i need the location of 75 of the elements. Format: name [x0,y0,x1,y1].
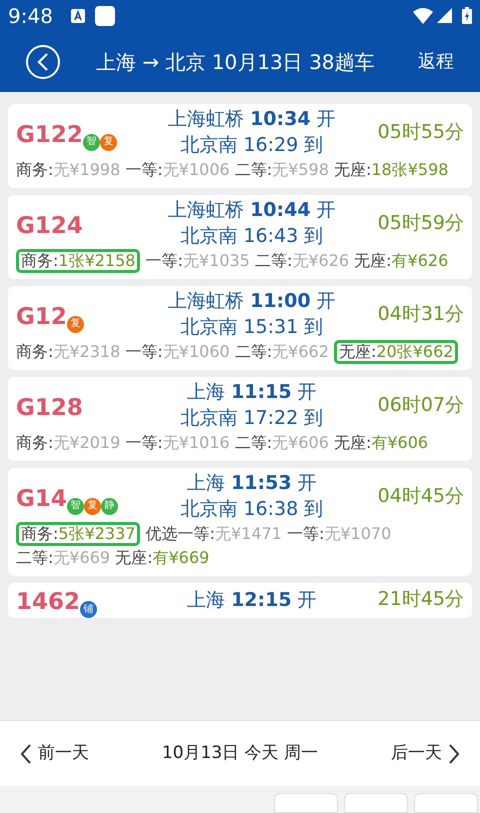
seat-availability: 商务:5张¥2337 [16,522,140,546]
page-title: 上海 → 北京 10月13日 38趟车 [96,48,375,76]
seat-availability: 一等:无¥1070 [286,523,392,545]
train-card[interactable]: G122 智 复 上海虹桥 10:34 开 北京南 16:29 到 05时55分 商务:无¥1998 一等:无¥1006 二等:无¥598 无座:18张¥598 [8,104,472,188]
departure-time: 上海 11:53 开 [187,471,317,496]
seat-availability: 商务:无¥1998 [16,159,120,181]
departure-time: 上海虹桥 10:34 开 [168,107,336,132]
chevron-left-icon [37,52,49,70]
arrival-time: 北京南 16:38 到 [180,497,324,522]
seat-availability: 二等:无¥598 [234,159,329,181]
seat-availability: 一等:无¥1006 [125,159,230,181]
travel-duration: 21时45分 [378,587,464,612]
current-date[interactable]: 10月13日 今天 周一 [162,740,318,766]
train-tag: 智 [82,134,100,150]
train-tag: 智 [66,498,84,514]
seat-availability: 二等:无¥662 [234,341,329,363]
signal-icon [437,8,452,23]
seat-availability: 商务:无¥2318 [16,341,120,363]
seat-availability: 无座:有¥626 [354,250,448,272]
seat-availability: 无座:18张¥598 [334,159,448,181]
train-number: G124 [16,214,83,238]
wifi-icon [413,8,433,24]
seat-availability: 一等:无¥1016 [125,432,230,454]
toolbar-button[interactable] [344,793,408,813]
seat-availability: 二等:无¥626 [254,250,350,272]
seat-availability: 商务:1张¥2158 [16,249,140,273]
seat-availability: 二等:无¥606 [234,432,329,454]
departure-time: 上海虹桥 10:44 开 [168,198,336,223]
seat-availability: 无座:有¥669 [115,547,210,569]
arrival-time: 北京南 16:43 到 [180,224,324,249]
seat-availability: 优选一等:无¥1471 [146,523,282,545]
train-card[interactable]: G124 上海虹桥 10:44 开 北京南 16:43 到 05时59分 商务:1张¥2158 一等:无¥1035 二等:无¥626 无座:有¥626 [8,195,472,279]
train-tag: 静 [100,498,118,514]
train-card[interactable]: G12 复 上海虹桥 11:00 开 北京南 15:31 到 04时31分 商务:无¥2318 一等:无¥1060 二等:无¥662 无座:20张¥662 [8,286,472,370]
travel-duration: 04时31分 [378,302,464,327]
chevron-right-icon [448,744,460,764]
train-number: G12 [16,306,67,328]
app-notification-icon [94,6,115,26]
travel-duration: 04时45分 [378,484,464,509]
departure-time: 上海虹桥 11:00 开 [168,289,336,314]
arrival-time: 北京南 15:31 到 [180,315,324,340]
train-number: G14 [16,488,67,510]
train-tag: 复 [100,134,117,150]
seat-availability: 无座:20张¥662 [334,340,458,364]
seat-availability: 一等:无¥1035 [146,250,250,272]
toolbar-button[interactable] [274,793,338,813]
seat-availability: 无座:有¥606 [334,432,428,454]
train-card[interactable]: 1462 铺 上海 12:15 开 21时45分 [8,583,472,618]
travel-duration: 05时59分 [378,210,464,236]
train-card[interactable]: G128 上海 11:15 开 北京南 17:22 到 06时07分 商务:无¥2019 一等:无¥1016 二等:无¥606 无座:有¥606 [8,377,472,461]
seat-availability: 一等:无¥1060 [125,341,230,363]
train-number: G122 [16,124,83,146]
train-tag: 复 [84,498,101,514]
departure-time: 上海 12:15 开 [187,588,317,612]
departure-time: 上海 11:15 开 [187,380,317,405]
train-number: 1462 [16,591,80,614]
seat-availability: 二等:无¥669 [16,547,110,569]
arrival-time: 北京南 17:22 到 [180,406,324,431]
train-tag: 铺 [80,601,98,618]
train-card[interactable]: G14 智 复 静 上海 11:53 开 北京南 16:38 到 04时45分 商务:5张¥2337 优选一等:无¥1471 一等:无¥1070 二等:无¥669 无座:有¥669 [8,468,472,576]
travel-duration: 05时55分 [378,120,464,145]
train-tag: 复 [66,316,84,332]
seat-availability: 商务:无¥2019 [16,432,120,454]
train-number: G128 [16,396,83,420]
back-button[interactable] [26,44,60,78]
previous-day-button[interactable]: 前一天 [20,740,89,766]
return-trip-button[interactable]: 返程 [418,48,454,75]
travel-duration: 06时07分 [378,392,464,418]
clock: 9:48 [8,2,53,30]
next-day-button[interactable]: 后一天 [391,740,460,766]
arrival-time: 北京南 16:29 到 [180,133,324,158]
battery-icon [462,7,472,24]
notification-icon [70,8,85,22]
toolbar-button[interactable] [414,793,478,813]
chevron-left-icon [20,744,32,764]
